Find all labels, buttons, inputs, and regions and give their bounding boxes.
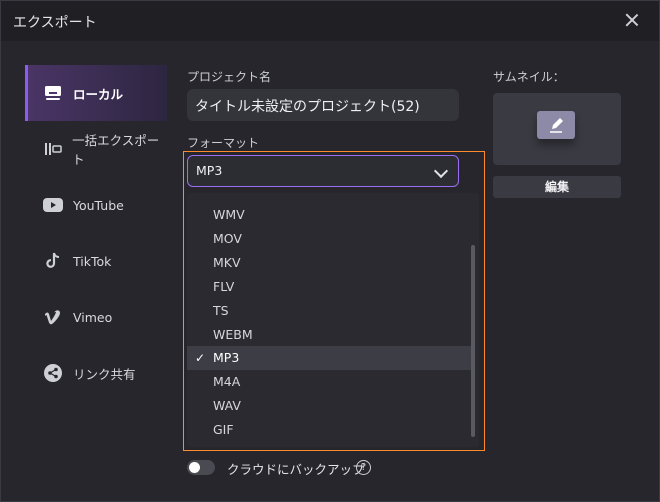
- cloud-backup-label: クラウドにバックアップ: [227, 462, 365, 477]
- format-option-mov[interactable]: MOV: [187, 227, 471, 251]
- sidebar-item-label: YouTube: [73, 197, 124, 213]
- format-label: フォーマット: [187, 136, 260, 150]
- checkmark-icon: ✓: [195, 351, 206, 365]
- format-option-m4a[interactable]: M4A: [187, 370, 471, 394]
- dropdown-scrollbar[interactable]: [471, 245, 475, 437]
- title-bar: エクスポート: [1, 1, 659, 41]
- sidebar-item-label: TikTok: [73, 253, 112, 269]
- chevron-down-icon: [433, 163, 449, 179]
- tiktok-icon: [43, 251, 63, 271]
- sidebar: ローカル 一括エクスポート YouTube TikTok Vimeo リンク共有: [25, 65, 167, 401]
- format-option-flv[interactable]: FLV: [187, 275, 471, 299]
- project-name-label: プロジェクト名: [187, 70, 272, 84]
- format-option-gif[interactable]: GIF: [187, 418, 471, 442]
- thumbnail-label: サムネイル：: [493, 70, 565, 84]
- sidebar-item-label: ローカル: [73, 86, 124, 102]
- sidebar-item-batch-export[interactable]: 一括エクスポート: [25, 121, 167, 177]
- edit-pencil-icon: [537, 111, 575, 139]
- dialog-title: エクスポート: [13, 15, 97, 31]
- sidebar-item-local[interactable]: ローカル: [25, 65, 167, 121]
- format-option-mkv[interactable]: MKV: [187, 251, 471, 275]
- format-option-mp3[interactable]: ✓ MP3: [187, 346, 471, 370]
- sidebar-item-label: 一括エクスポート: [72, 133, 160, 167]
- format-dropdown: WMV MOV MKV FLV TS WEBM ✓ MP3 M4A WAV GI…: [187, 193, 479, 447]
- cloud-backup-toggle[interactable]: [187, 460, 215, 475]
- sidebar-item-tiktok[interactable]: TikTok: [25, 233, 167, 289]
- project-name-input[interactable]: タイトル未設定のプロジェクト(52): [187, 89, 459, 121]
- format-option-label: MP3: [213, 350, 240, 365]
- sidebar-item-label: Vimeo: [73, 309, 113, 325]
- monitor-icon: [43, 83, 63, 103]
- sidebar-item-vimeo[interactable]: Vimeo: [25, 289, 167, 345]
- format-option-wav[interactable]: WAV: [187, 394, 471, 418]
- sidebar-item-youtube[interactable]: YouTube: [25, 177, 167, 233]
- format-select[interactable]: MP3: [187, 155, 459, 187]
- thumbnail-preview[interactable]: [493, 93, 621, 165]
- share-icon: [43, 363, 63, 383]
- close-icon[interactable]: [623, 11, 641, 29]
- format-selected-value: MP3: [196, 163, 223, 178]
- vimeo-icon: [43, 307, 63, 327]
- format-option-ts[interactable]: TS: [187, 299, 471, 323]
- format-option-wmv[interactable]: WMV: [187, 203, 471, 227]
- sidebar-item-share-link[interactable]: リンク共有: [25, 345, 167, 401]
- youtube-icon: [43, 195, 63, 215]
- export-dialog: エクスポート ローカル 一括エクスポート YouTube TikTok Vime…: [0, 0, 660, 502]
- edit-thumbnail-button[interactable]: 編集: [493, 176, 621, 198]
- sidebar-item-label: リンク共有: [73, 366, 136, 382]
- help-icon[interactable]: ?: [356, 460, 371, 475]
- batch-export-icon: [43, 139, 62, 159]
- format-option-webm[interactable]: WEBM: [187, 323, 471, 347]
